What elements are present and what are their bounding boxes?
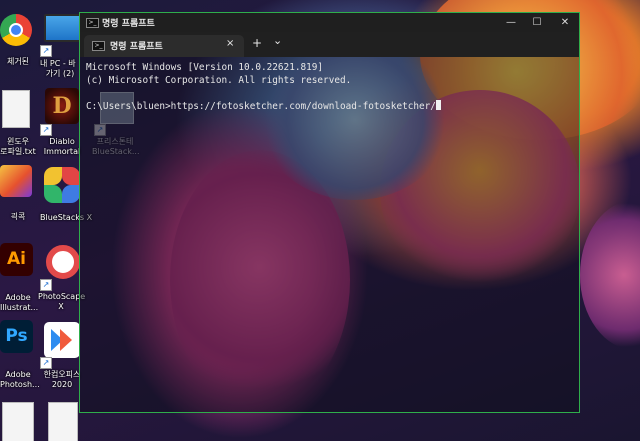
chrome-icon[interactable] bbox=[0, 14, 32, 46]
new-tab-button[interactable]: + bbox=[252, 36, 262, 50]
shortcut-arrow-icon: ↗ bbox=[40, 45, 52, 57]
minimize-button[interactable]: — bbox=[498, 13, 524, 32]
bluestacks-leaf bbox=[62, 167, 80, 185]
adobe-illustrator-icon[interactable]: Ai bbox=[0, 243, 33, 276]
desktop-icon-label: Illustrat... bbox=[0, 303, 39, 312]
tab-command-prompt[interactable]: >_ 명령 프롬프트 × bbox=[84, 35, 244, 57]
desktop-icon-label: 한컴오피스 bbox=[43, 370, 81, 379]
desktop-icon-label: Photosh... bbox=[0, 380, 40, 389]
shortcut-arrow-icon: ↗ bbox=[40, 279, 52, 291]
text-file-icon[interactable] bbox=[2, 90, 30, 128]
wallpaper-ribbon bbox=[580, 200, 640, 350]
desktop-icon-label: 로파일.txt bbox=[0, 147, 36, 156]
adobe-photoshop-icon[interactable]: Ps bbox=[0, 320, 33, 353]
shortcut-arrow-icon: ↗ bbox=[40, 357, 52, 369]
console-prompt: C:\Users\bluen> bbox=[86, 101, 171, 112]
console-prompt-line: C:\Users\bluen>https://fotosketcher.com/… bbox=[86, 100, 441, 112]
bluestacks-leaf bbox=[62, 185, 80, 203]
terminal-tab-icon: >_ bbox=[92, 41, 105, 51]
tab-bar: >_ 명령 프롬프트 × + ⌄ bbox=[80, 32, 579, 57]
window-title: 명령 프롬프트 bbox=[102, 19, 155, 29]
title-bar[interactable]: >_ 명령 프롬프트 — ☐ ✕ bbox=[80, 13, 579, 32]
bluestacks-leaf bbox=[44, 185, 62, 203]
console-command: https://fotosketcher.com/download-fotosk… bbox=[170, 101, 436, 112]
desktop-icon-label: 체거된 bbox=[6, 57, 30, 66]
console-line: Microsoft Windows [Version 10.0.22621.81… bbox=[86, 62, 324, 73]
tab-label: 명령 프롬프트 bbox=[110, 42, 163, 52]
desktop-icon-label: PhotoScape bbox=[38, 292, 86, 301]
desktop-icon-label: 2020 bbox=[51, 380, 73, 389]
app-quick-icon[interactable] bbox=[0, 165, 32, 197]
tab-dropdown-button[interactable]: ⌄ bbox=[273, 34, 282, 47]
photoscape-x-icon[interactable] bbox=[46, 245, 80, 279]
shortcut-arrow-icon: ↗ bbox=[40, 124, 52, 136]
desktop-icon-label: Immortal bbox=[43, 147, 81, 156]
this-pc-icon[interactable] bbox=[44, 14, 82, 42]
terminal-app-icon: >_ bbox=[86, 18, 99, 28]
file-icon[interactable] bbox=[2, 402, 34, 441]
hancom-office-icon[interactable] bbox=[44, 322, 80, 358]
command-prompt-window[interactable]: >_ 명령 프롬프트 — ☐ ✕ >_ 명령 프롬프트 × + ⌄ Micros… bbox=[79, 12, 580, 413]
console-area[interactable]: Microsoft Windows [Version 10.0.22621.81… bbox=[80, 57, 579, 413]
desktop-icon-label: 가기 (2) bbox=[45, 69, 75, 78]
console-line: (c) Microsoft Corporation. All rights re… bbox=[86, 75, 352, 86]
tab-close-button[interactable]: × bbox=[226, 38, 234, 49]
bluestacks-x-icon[interactable] bbox=[42, 165, 82, 205]
desktop-icon-label: 윈도우 bbox=[6, 137, 30, 146]
bluestacks-leaf bbox=[44, 167, 62, 185]
chrome-center bbox=[9, 23, 23, 37]
text-cursor bbox=[435, 100, 441, 110]
desktop-icon-label: 괵콕 bbox=[10, 212, 26, 221]
desktop-icon-label: Adobe bbox=[5, 293, 31, 302]
hancom-mark bbox=[60, 329, 72, 351]
desktop-icon-label: X bbox=[58, 302, 64, 311]
desktop-icon-label: 내 PC - 바 bbox=[40, 59, 76, 68]
desktop-icon-label: Adobe bbox=[5, 370, 31, 379]
maximize-button[interactable]: ☐ bbox=[524, 13, 550, 32]
diablo-immortal-icon[interactable]: D bbox=[45, 88, 79, 124]
file-icon[interactable] bbox=[48, 402, 78, 441]
desktop-icon-label: Diablo bbox=[49, 137, 75, 146]
close-button[interactable]: ✕ bbox=[552, 13, 578, 32]
